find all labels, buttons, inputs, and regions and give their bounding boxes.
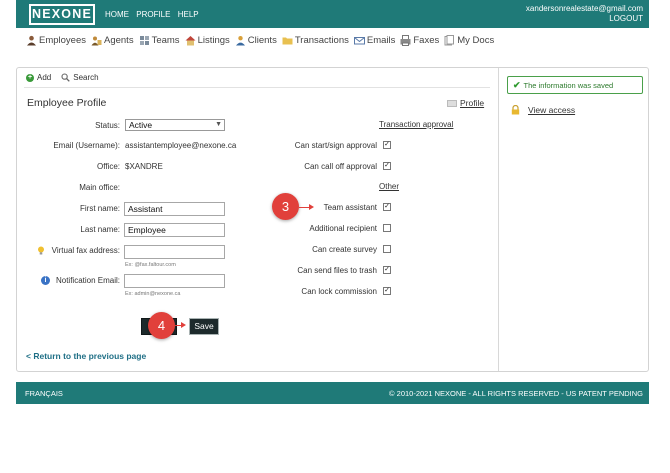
email-value: assistantemployee@nexone.ca — [125, 141, 237, 150]
perm-label-create-survey: Can create survey — [312, 245, 377, 254]
last-name-input[interactable]: Employee — [124, 223, 225, 237]
nav-profile-link[interactable]: PROFILE — [136, 10, 170, 19]
checkmark-icon: ✔ — [513, 79, 521, 90]
back-link[interactable]: < Return to the previous page — [26, 351, 146, 361]
clients-icon — [235, 35, 246, 46]
user-email: xandersonrealestate@gmail.com — [525, 4, 643, 13]
email-icon — [353, 35, 365, 46]
copyright-text: © 2010-2021 NEXONE - ALL RIGHTS RESERVED… — [389, 389, 643, 398]
chevron-down-icon: ▼ — [215, 121, 222, 128]
sidebar: ✔ The information was saved View access — [498, 68, 648, 371]
language-link[interactable]: FRANÇAIS — [25, 389, 63, 398]
add-icon: + — [26, 73, 34, 82]
perm-checkbox-start-sign[interactable]: ✓ — [383, 141, 391, 149]
toolbar-divider — [24, 87, 490, 88]
callout-3: 3 — [272, 193, 299, 220]
perm-label-lock-commission: Can lock commission — [301, 287, 377, 296]
fax-icon — [400, 34, 411, 46]
nav-my-docs[interactable]: My Docs — [444, 34, 494, 46]
folder-icon — [282, 35, 293, 46]
nexone-logo[interactable]: NEXONE — [29, 4, 95, 25]
nav-help-link[interactable]: HELP — [178, 10, 199, 19]
transaction-approval-heading: Transaction approval — [379, 120, 454, 129]
perm-checkbox-team-assistant[interactable]: ✓ — [383, 203, 391, 211]
notification-label: Notification Email: — [55, 276, 120, 285]
perm-checkbox-call-off[interactable]: ✓ — [383, 162, 391, 170]
perm-label-send-trash: Can send files to trash — [297, 266, 377, 275]
toolbar: + Add Search — [26, 73, 109, 82]
nav-listings[interactable]: Listings — [185, 35, 230, 46]
document-icon — [447, 99, 457, 107]
email-label: Email (Username): — [53, 141, 120, 150]
nav-home-link[interactable]: HOME — [105, 10, 129, 19]
user-area: xandersonrealestate@gmail.com LOGOUT — [526, 4, 643, 24]
notification-input[interactable] — [124, 274, 225, 288]
save-button[interactable]: Save — [189, 318, 219, 335]
logout-link[interactable]: LOGOUT — [526, 14, 643, 24]
nav-faxes[interactable]: Faxes — [400, 34, 439, 46]
listings-icon — [185, 35, 196, 46]
fax-label: Virtual fax address: — [51, 246, 120, 255]
perm-label-additional-recipient: Additional recipient — [309, 224, 377, 233]
perm-label-call-off: Can call off approval — [304, 162, 377, 171]
search-button[interactable]: Search — [61, 73, 99, 82]
fax-hint: Ex: @fax.faltour.com — [125, 262, 176, 268]
top-nav: HOME PROFILE HELP — [105, 10, 204, 19]
perm-checkbox-additional-recipient[interactable] — [383, 224, 391, 232]
nav-employees[interactable]: Employees — [26, 35, 86, 46]
agent-icon — [91, 35, 102, 46]
teams-icon — [139, 35, 150, 46]
callout-4: 4 — [148, 312, 175, 339]
nav-agents[interactable]: Agents — [91, 35, 134, 46]
callout-3-arrow-line — [299, 207, 309, 208]
employee-icon — [26, 35, 37, 46]
first-name-label: First name: — [79, 204, 120, 213]
search-icon — [61, 73, 70, 82]
nav-teams[interactable]: Teams — [139, 35, 180, 46]
docs-icon — [444, 34, 455, 46]
lock-icon — [511, 105, 520, 115]
main-office-label: Main office: — [79, 183, 120, 192]
view-access-link[interactable]: View access — [511, 105, 575, 115]
office-value: $XANDRE — [125, 162, 163, 171]
nav-emails[interactable]: Emails — [353, 35, 395, 46]
perm-checkbox-create-survey[interactable] — [383, 245, 391, 253]
first-name-input[interactable]: Assistant — [124, 202, 225, 216]
nav-clients[interactable]: Clients — [235, 35, 277, 46]
status-select[interactable]: Active ▼ — [125, 119, 225, 131]
profile-column: + Add Search Employee Profile Profile St… — [17, 68, 498, 371]
add-button[interactable]: + Add — [26, 73, 51, 82]
callout-3-arrow-head — [309, 204, 314, 210]
page-title: Employee Profile — [27, 97, 107, 109]
callout-4-arrow-head — [181, 322, 186, 328]
last-name-label: Last name: — [80, 225, 120, 234]
perm-checkbox-lock-commission[interactable]: ✓ — [383, 287, 391, 295]
fax-input[interactable] — [124, 245, 225, 259]
top-bar: NEXONE HOME PROFILE HELP xandersonreales… — [16, 0, 649, 28]
nav-transactions[interactable]: Transactions — [282, 35, 349, 46]
main-nav: Employees Agents Teams Listings Clients … — [26, 33, 499, 47]
content-panel: + Add Search Employee Profile Profile St… — [16, 67, 649, 372]
perm-label-start-sign: Can start/sign approval — [294, 141, 377, 150]
office-label: Office: — [97, 162, 120, 171]
notification-hint: Ex: admin@nexone.ca — [125, 291, 181, 297]
status-label: Status: — [95, 121, 120, 130]
footer: FRANÇAIS © 2010-2021 NEXONE - ALL RIGHTS… — [16, 382, 649, 404]
perm-checkbox-send-trash[interactable]: ✓ — [383, 266, 391, 274]
other-heading: Other — [379, 182, 400, 191]
success-message: ✔ The information was saved — [507, 76, 643, 94]
profile-link[interactable]: Profile — [447, 98, 484, 108]
